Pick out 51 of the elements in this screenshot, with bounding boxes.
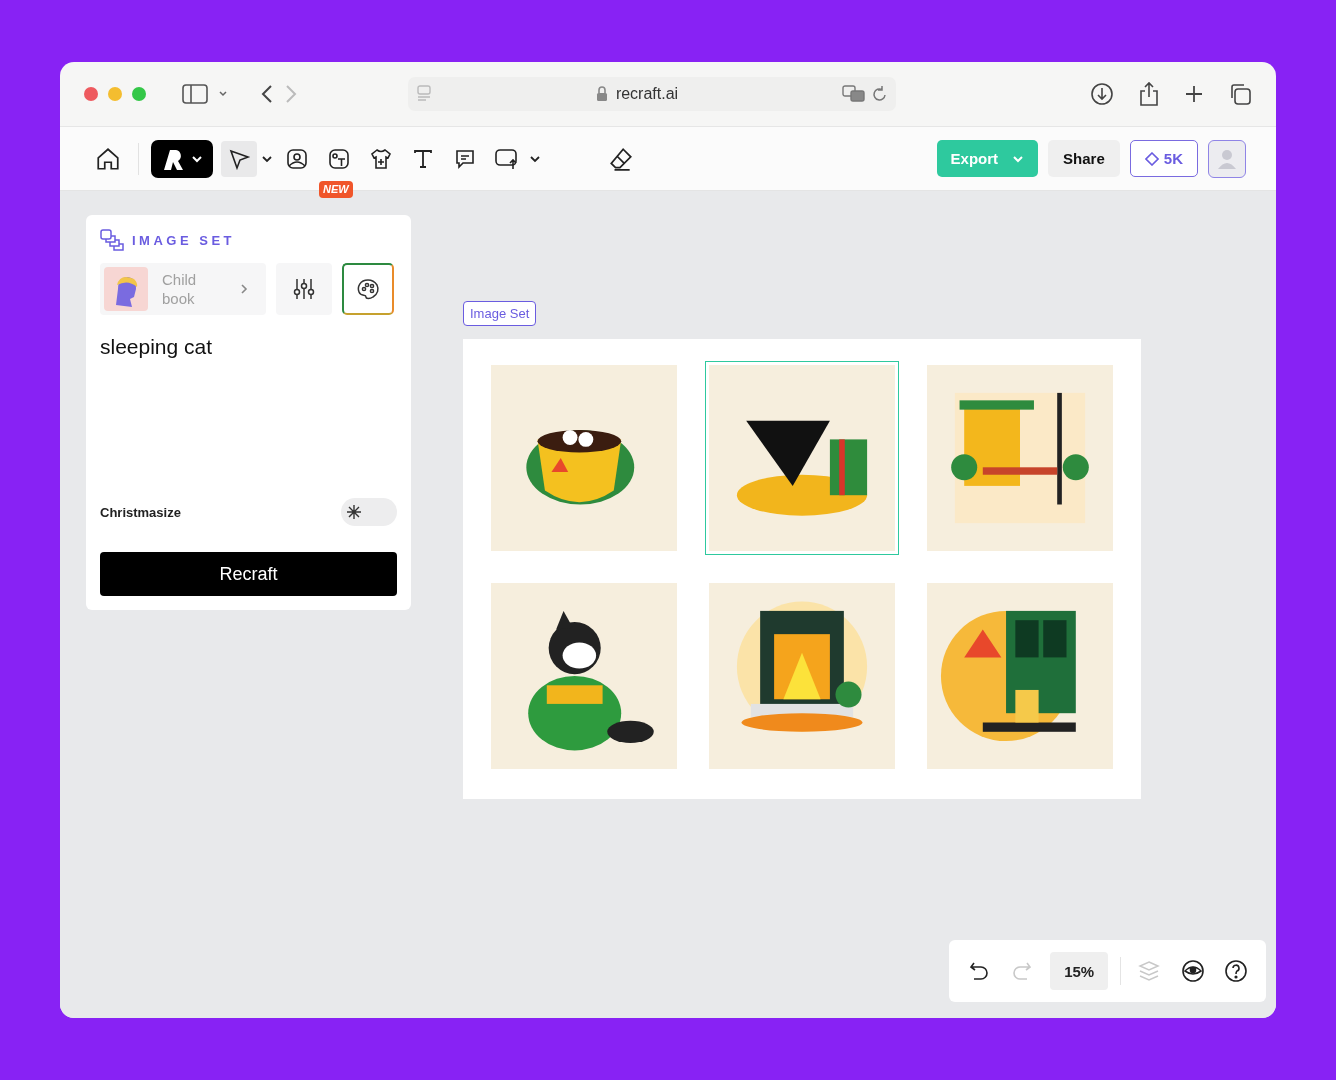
share-icon[interactable]	[1138, 81, 1160, 107]
settings-button[interactable]	[276, 263, 332, 315]
tabs-icon[interactable]	[1228, 82, 1252, 106]
redo-icon	[1011, 960, 1034, 982]
chevron-icon	[240, 283, 248, 295]
text-image-icon	[327, 146, 351, 171]
palette-icon	[356, 278, 380, 300]
layers-icon	[1138, 960, 1160, 982]
panel-title: IMAGE SET	[132, 232, 235, 248]
caret-icon	[191, 154, 203, 163]
help-icon	[1224, 959, 1249, 983]
diamond-icon	[1144, 151, 1159, 166]
caret-icon[interactable]	[261, 154, 273, 163]
toggle-label: Christmasize	[100, 504, 181, 520]
new-badge: NEW	[319, 180, 353, 198]
address-bar[interactable]: recraft.ai	[408, 77, 896, 111]
credits-button[interactable]: 5K	[1129, 140, 1198, 177]
translate-icon[interactable]	[842, 85, 866, 103]
eye-icon	[1180, 959, 1205, 983]
download-icon[interactable]	[1090, 82, 1114, 106]
image-icon	[285, 146, 309, 171]
prompt-text[interactable]: sleeping cat	[100, 335, 397, 498]
share-button[interactable]: Share	[1048, 140, 1120, 177]
pointer-tool-button[interactable]	[221, 140, 257, 177]
plus-icon[interactable]	[1184, 84, 1204, 104]
image-upload-icon	[494, 146, 520, 171]
shirt-icon	[369, 146, 393, 171]
reader-icon	[416, 85, 432, 103]
undo-icon	[967, 960, 990, 982]
url-text: recraft.ai	[615, 85, 679, 103]
frame-label: Image Set	[463, 301, 537, 326]
reload-icon[interactable]	[872, 85, 888, 103]
lock-icon	[595, 86, 608, 102]
user-icon	[1218, 148, 1236, 169]
back-icon[interactable]	[260, 84, 274, 104]
avatar-button[interactable]	[1208, 139, 1246, 178]
zoom-level[interactable]: 15%	[1050, 952, 1109, 990]
caret-icon[interactable]	[529, 154, 541, 163]
palette-button[interactable]	[342, 263, 394, 315]
bust-icon	[104, 267, 148, 311]
caret-icon	[1012, 154, 1025, 163]
image-set-icon	[100, 229, 124, 251]
christmasize-toggle[interactable]	[341, 498, 397, 526]
eraser-icon	[608, 145, 634, 172]
close-button[interactable]	[84, 87, 98, 101]
style-name: Child book	[162, 270, 198, 308]
logo-menu-button[interactable]	[151, 139, 213, 178]
snowflake-icon	[346, 504, 362, 520]
sliders-icon	[292, 277, 316, 301]
recraft-button[interactable]: Recraft	[100, 552, 397, 596]
sidebar-icon[interactable]	[182, 84, 208, 104]
